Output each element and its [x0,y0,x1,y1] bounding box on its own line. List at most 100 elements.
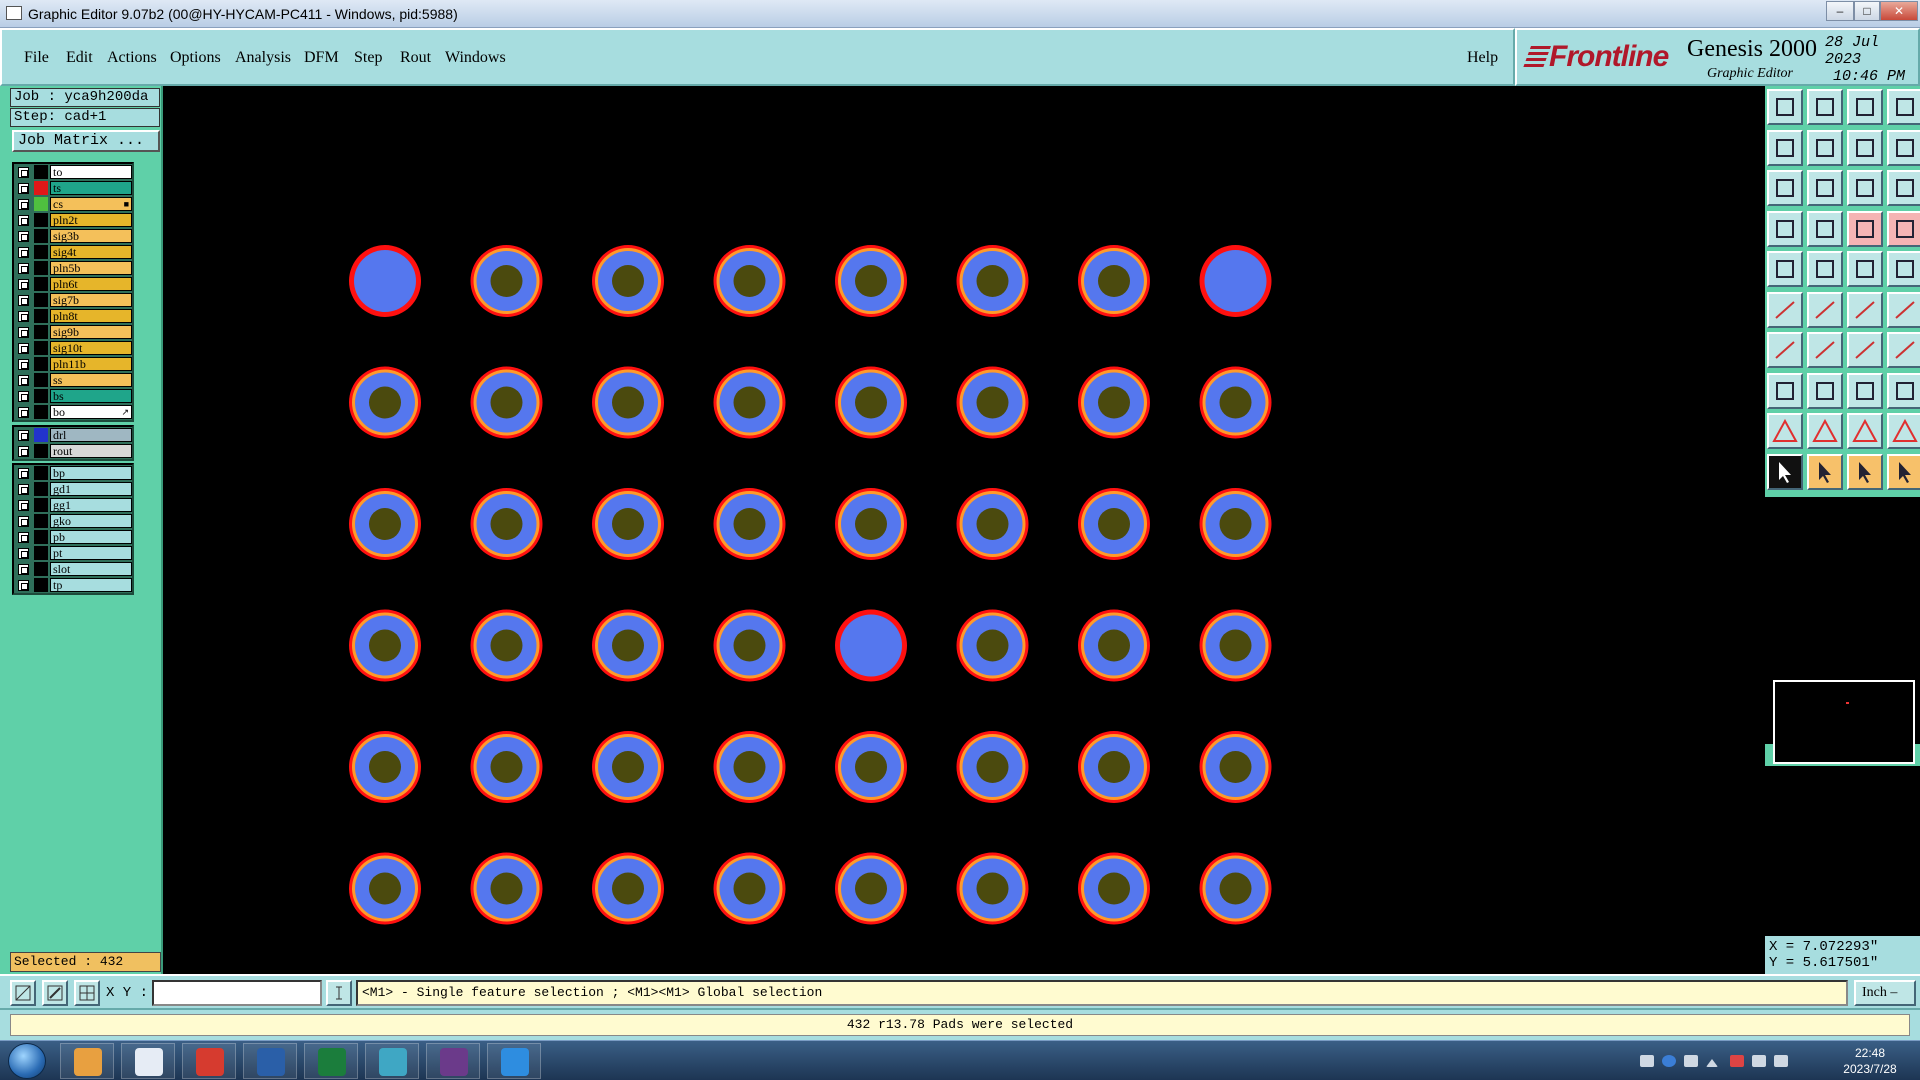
start-button[interactable] [8,1043,46,1079]
layer-name[interactable]: slot [50,562,132,576]
pad[interactable] [349,852,421,925]
scale-1to2-button[interactable] [1847,170,1883,206]
arc-button[interactable] [1847,332,1883,368]
pad[interactable] [835,488,907,560]
layer-row-sig10t[interactable]: sig10t [14,340,132,356]
show-hidden-icon[interactable] [1706,1059,1718,1067]
layer-color-swatch[interactable] [34,357,48,371]
triangle-b-button[interactable] [1847,413,1883,449]
layer-color-swatch[interactable] [34,309,48,323]
layer-color-swatch[interactable] [34,444,48,458]
layer-row-pln8t[interactable]: pln8t [14,308,132,324]
pointer-button[interactable] [1767,453,1803,490]
copy-button[interactable] [1887,372,1920,409]
triangle-c-button[interactable] [1887,413,1920,449]
layer-bar-button[interactable] [1847,251,1883,287]
p-app-button[interactable] [304,1043,358,1079]
step-right-button[interactable] [1807,129,1843,166]
line-button[interactable] [1767,332,1803,368]
pad[interactable] [1199,852,1272,925]
pad[interactable] [1199,731,1272,803]
pad[interactable] [713,245,786,317]
layer-row-pln5b[interactable]: pln5b [14,260,132,276]
layer-color-swatch[interactable] [34,514,48,528]
input-toggle-button[interactable] [326,980,352,1006]
pad[interactable] [470,488,543,560]
layer-row-pb[interactable]: pb [14,529,132,545]
layer-checkbox[interactable] [18,183,29,194]
pad-button[interactable] [1887,251,1920,287]
layer-color-swatch[interactable] [34,466,48,480]
pad[interactable] [349,245,421,317]
pad[interactable] [1199,245,1272,317]
resize-button[interactable] [1847,372,1883,409]
layer-color-swatch[interactable] [34,213,48,227]
pad[interactable] [592,852,664,925]
minus-button[interactable] [1807,372,1843,409]
layer-name[interactable]: ts [50,181,132,195]
pad[interactable] [592,731,664,803]
list-button[interactable] [1767,210,1803,247]
layer-checkbox[interactable] [18,548,29,559]
zoom-fit-button[interactable] [1767,170,1803,206]
layer-checkbox[interactable] [18,279,29,290]
layer-row-sig9b[interactable]: sig9b [14,324,132,340]
pad[interactable] [1078,488,1150,560]
layer-checkbox[interactable] [18,391,29,402]
layer-checkbox[interactable] [18,263,29,274]
pad[interactable] [349,488,421,560]
layer-checkbox[interactable] [18,231,29,242]
layer-name[interactable]: pb [50,530,132,544]
layer-name[interactable]: sig4t [50,245,132,259]
display-tray-icon[interactable] [1774,1055,1788,1067]
pad[interactable] [713,852,786,925]
layer-row-sig4t[interactable]: sig4t [14,244,132,260]
layer-checkbox[interactable] [18,247,29,258]
home-button[interactable] [1767,89,1803,125]
layer-row-sig7b[interactable]: sig7b [14,292,132,308]
select-dot-button[interactable] [1767,251,1803,287]
cross-button[interactable] [1807,291,1843,328]
layer-row-pln11b[interactable]: pln11b [14,356,132,372]
help-button[interactable] [1887,170,1920,206]
layer-row-gko[interactable]: gko [14,513,132,529]
menu-step[interactable]: Step [354,49,382,67]
snap-mode-button[interactable] [10,980,36,1006]
layer-color-swatch[interactable] [34,197,48,211]
pad[interactable] [713,488,786,560]
pad[interactable] [1199,366,1272,439]
layer-name[interactable]: gd1 [50,482,132,496]
home-tree-button[interactable] [1847,89,1883,125]
pad[interactable] [835,852,907,925]
usb-tray-icon[interactable] [1684,1055,1698,1067]
layer-checkbox[interactable] [18,468,29,479]
overview-map[interactable] [1773,680,1915,764]
shell-app-button[interactable] [60,1043,114,1079]
layer-name[interactable]: cs ■ [50,197,132,211]
layer-name[interactable]: pln5b [50,261,132,275]
layer-color-swatch[interactable] [34,325,48,339]
connect-button[interactable] [1767,291,1803,328]
pad-drawing[interactable] [163,86,1765,974]
help-tray-icon[interactable] [1662,1055,1676,1067]
pad[interactable] [835,366,907,439]
layer-checkbox[interactable] [18,430,29,441]
layer-color-swatch[interactable] [34,261,48,275]
layer-row-tp[interactable]: tp [14,577,132,593]
layer-row-bs[interactable]: bs [14,388,132,404]
layer-name[interactable]: pt [50,546,132,560]
layer-name[interactable]: pln8t [50,309,132,323]
pad[interactable] [956,488,1029,560]
node-button[interactable] [1847,291,1883,328]
pad[interactable] [835,245,907,317]
layer-row-pln2t[interactable]: pln2t [14,212,132,228]
layer-name[interactable]: drl [50,428,132,442]
layer-row-pt[interactable]: pt [14,545,132,561]
layer-row-gg1[interactable]: gg1 [14,497,132,513]
pad[interactable] [956,609,1029,682]
layer-name[interactable]: bs [50,389,132,403]
menu-file[interactable]: File [24,49,49,67]
layer-name[interactable]: pln6t [50,277,132,291]
layer-color-swatch[interactable] [34,578,48,592]
pad[interactable] [956,731,1029,803]
